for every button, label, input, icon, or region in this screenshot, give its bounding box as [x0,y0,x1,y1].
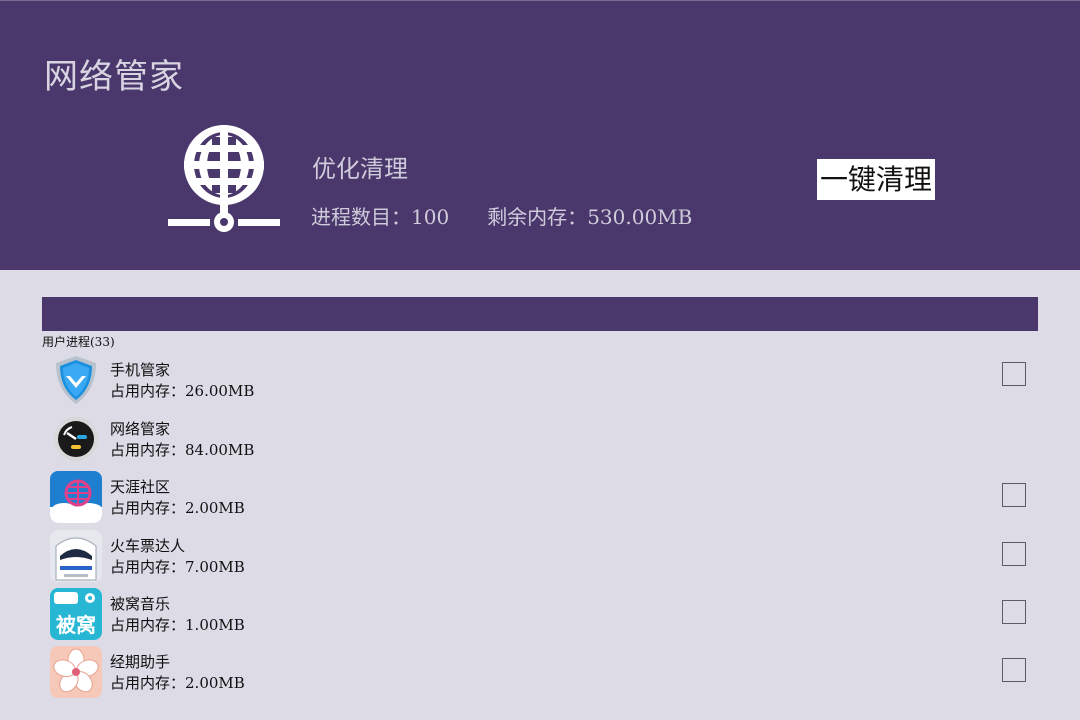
process-name: 手机管家 [110,361,171,379]
free-memory-label: 剩余内存： [487,205,588,229]
section-title: 优化清理 [312,155,408,183]
svg-text:被窝: 被窝 [56,613,96,637]
process-count-value: 100 [411,205,450,229]
process-row[interactable]: 手机管家 占用内存：26.00MB [48,354,1038,410]
globe-network-icon [168,125,280,232]
process-memory: 占用内存：84.00MB [110,441,255,459]
process-name: 火车票达人 [110,537,186,555]
process-name: 经期助手 [110,653,171,671]
tianya-icon [50,471,102,523]
process-name: 被窝音乐 [110,595,171,613]
select-checkbox[interactable] [1002,600,1026,624]
process-row[interactable]: 被窝 被窝音乐 占用内存：1.00MB [48,588,1038,644]
shield-icon [56,356,96,404]
process-row[interactable]: 经期助手 占用内存：2.00MB [48,646,1038,702]
speedometer-icon [54,417,98,461]
select-checkbox[interactable] [1002,362,1026,386]
process-memory: 占用内存：1.00MB [110,616,245,634]
flower-icon [50,646,102,698]
one-click-clean-button[interactable]: 一键清理 [817,159,935,200]
process-count-label: 进程数目： [311,205,411,229]
select-checkbox[interactable] [1002,658,1026,682]
free-memory-value: 530.00MB [587,205,693,229]
select-checkbox[interactable] [1002,483,1026,507]
process-memory: 占用内存：26.00MB [110,382,255,400]
select-checkbox[interactable] [1002,542,1026,566]
train-icon [50,530,102,582]
header: 网络管家 优化清理 进程数目：100 剩余内存：530.00MB 一键清理 [0,0,1080,270]
process-memory: 占用内存：2.00MB [110,499,245,517]
app-title: 网络管家 [44,57,184,97]
process-row[interactable]: 天涯社区 占用内存：2.00MB [48,471,1038,527]
process-memory: 占用内存：2.00MB [110,674,245,692]
stats-line: 进程数目：100 剩余内存：530.00MB [311,201,692,230]
process-row[interactable]: 网络管家 占用内存：84.00MB [48,413,1038,469]
process-name: 网络管家 [110,420,171,438]
beiwo-music-icon: 被窝 [50,588,102,640]
process-row[interactable]: 火车票达人 占用内存：7.00MB [48,530,1038,586]
process-memory: 占用内存：7.00MB [110,558,245,576]
process-name: 天涯社区 [110,478,171,496]
list-header-bar [42,297,1038,331]
group-label: 用户进程(33) [42,335,115,349]
